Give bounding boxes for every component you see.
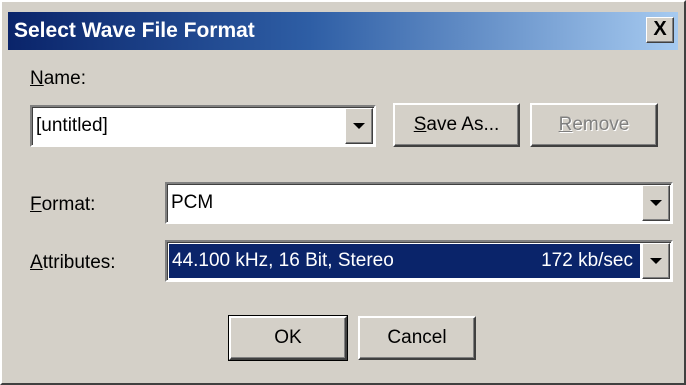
name-value: [untitled] (36, 115, 108, 136)
attributes-value: 44.100 kHz, 16 Bit, Stereo (172, 250, 394, 271)
title-bar[interactable]: Select Wave File Format X (8, 12, 678, 50)
attributes-label: Attributes: (30, 252, 116, 273)
attributes-rate: 172 kb/sec (541, 250, 633, 271)
window-title: Select Wave File Format (14, 19, 255, 42)
select-wave-file-format-dialog: Select Wave File Format X Name: [untitle… (0, 0, 686, 385)
save-as-button[interactable]: Save As... (393, 103, 520, 147)
attributes-combobox[interactable]: 44.100 kHz, 16 Bit, Stereo 172 kb/sec (165, 240, 673, 282)
ok-button[interactable]: OK (228, 315, 348, 361)
ok-label: OK (274, 327, 302, 348)
attributes-dropdown-button[interactable] (642, 243, 670, 279)
remove-label: Remove (558, 114, 630, 135)
chevron-down-icon (650, 200, 662, 206)
chevron-down-icon (650, 258, 662, 264)
close-icon: X (653, 18, 667, 40)
name-dropdown-button[interactable] (345, 108, 373, 144)
save-as-label: Save As... (413, 114, 500, 135)
close-button[interactable]: X (646, 17, 674, 43)
format-dropdown-button[interactable] (642, 185, 670, 221)
format-value: PCM (171, 192, 214, 213)
name-label: Name: (30, 68, 86, 89)
format-combobox[interactable]: PCM (165, 182, 673, 224)
cancel-button[interactable]: Cancel (358, 316, 476, 360)
chevron-down-icon (353, 123, 365, 129)
cancel-label: Cancel (387, 327, 447, 348)
format-label: Format: (30, 194, 96, 215)
name-combobox[interactable]: [untitled] (30, 105, 376, 147)
remove-button[interactable]: Remove (530, 103, 658, 147)
